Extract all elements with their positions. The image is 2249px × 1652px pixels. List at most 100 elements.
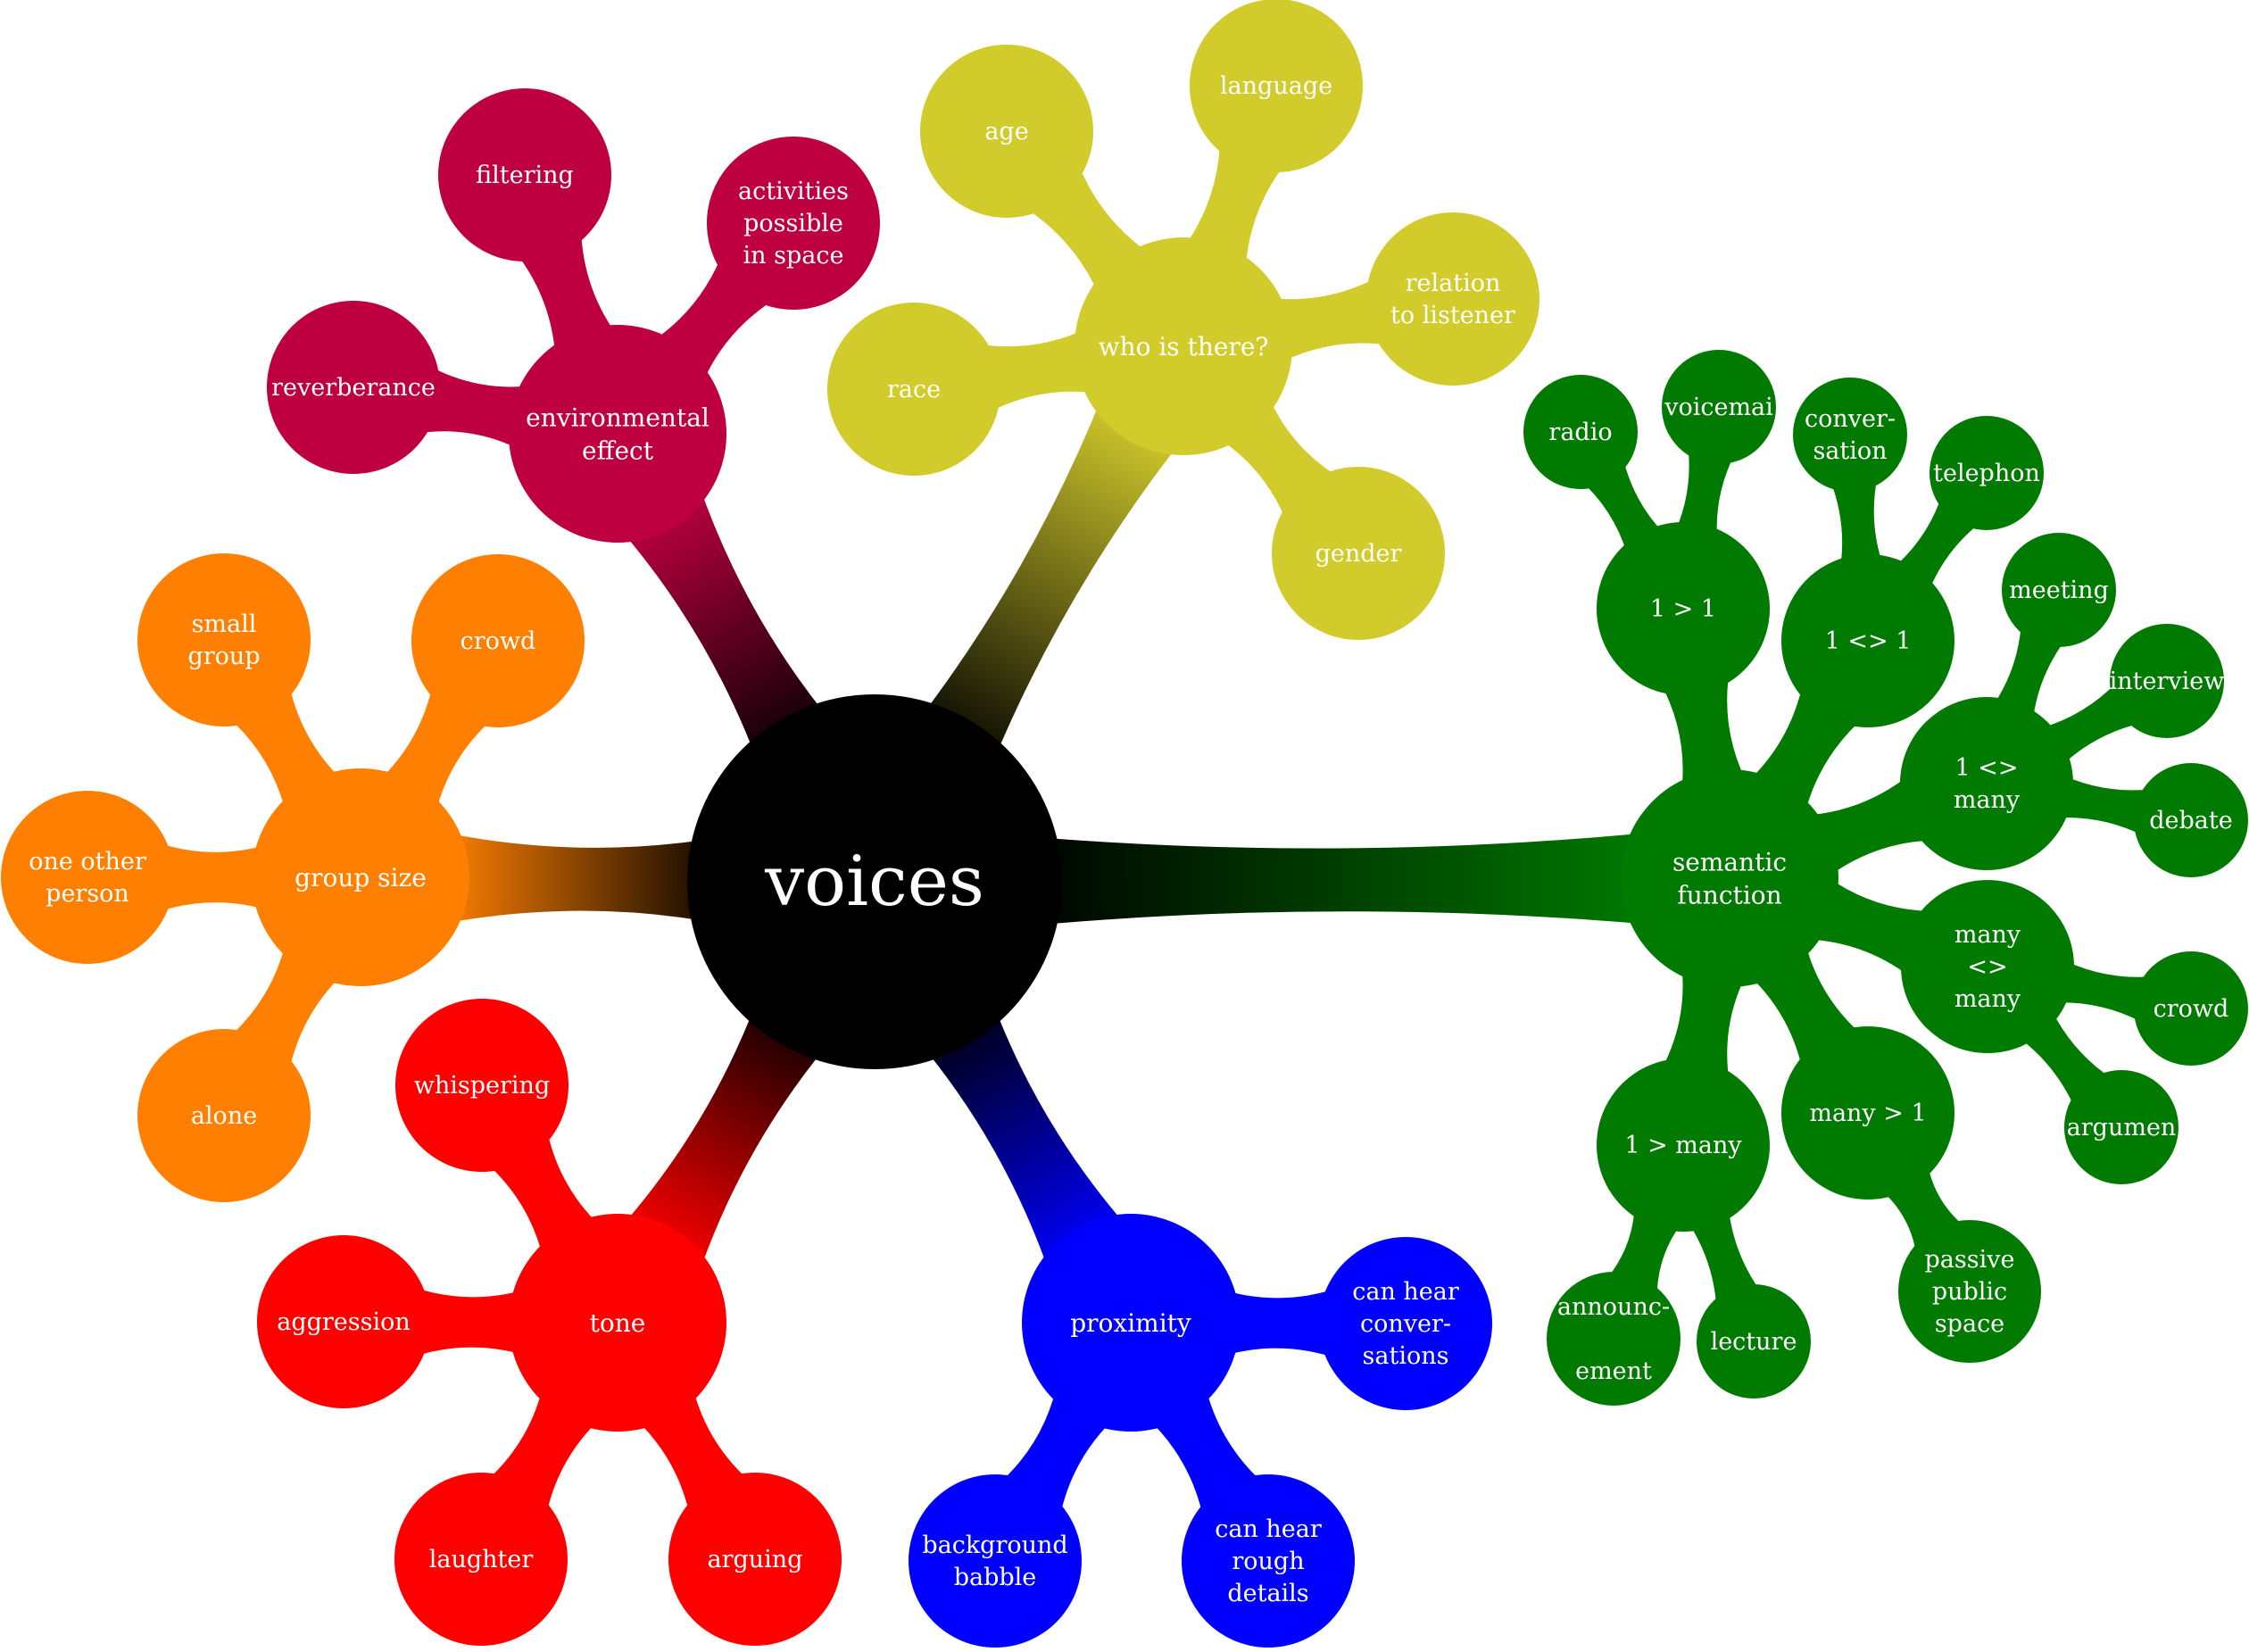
label-interview-line: interview — [2110, 668, 2225, 695]
label-argument: argumen — [2067, 1114, 2177, 1141]
link-voices-semantic-function — [1015, 833, 1648, 927]
label-many-with-many-line: many — [1954, 921, 2021, 949]
label-many-to-one-line: many > 1 — [1809, 1100, 1926, 1127]
concept-label-tone: tone — [590, 1308, 646, 1338]
label-language-line: language — [1220, 72, 1332, 100]
label-one-other-person-line: person — [46, 880, 129, 908]
label-lecture: lecture — [1711, 1328, 1797, 1356]
label-telephone-line: telephon — [1933, 460, 2040, 487]
label-aggression-line: aggression — [277, 1308, 411, 1336]
label-arguing: arguing — [708, 1546, 803, 1573]
label-background-babble-line: babble — [954, 1564, 1037, 1591]
label-activities-possible-in-space-line: possible — [743, 210, 843, 237]
label-debate: debate — [2149, 807, 2232, 834]
label-race: race — [887, 376, 941, 403]
label-one-to-many-line: 1 > many — [1624, 1132, 1742, 1159]
label-many-to-one: many > 1 — [1809, 1100, 1926, 1127]
concept-label-environmental-effect-line: effect — [582, 436, 654, 465]
node-relation-to-listener[interactable] — [1366, 212, 1539, 386]
node-small-group[interactable] — [137, 553, 311, 726]
label-one-with-one: 1 <> 1 — [1825, 627, 1912, 655]
label-activities-possible-in-space: activities possible in space — [738, 178, 849, 270]
label-announcement-line: announc- — [1557, 1293, 1670, 1321]
label-lecture-line: lecture — [1711, 1328, 1797, 1356]
label-whispering-line: whispering — [414, 1072, 550, 1100]
label-interview: interview — [2110, 668, 2225, 695]
label-laughter: laughter — [429, 1546, 534, 1573]
label-filtering-line: filtering — [476, 162, 574, 189]
label-background-babble-line: background — [922, 1532, 1067, 1559]
label-race-line: race — [887, 376, 941, 403]
label-one-with-many-line: many — [1954, 786, 2021, 814]
label-one-to-one: 1 > 1 — [1650, 595, 1716, 623]
concept-label-proximity: proximity — [1070, 1308, 1191, 1338]
label-passive-public-space-line: public — [1932, 1278, 2007, 1306]
label-many-with-many-line: <> — [1967, 953, 2007, 981]
concept-label-environmental-effect-line: environmental — [526, 403, 710, 432]
label-activities-possible-in-space-line: in space — [743, 242, 844, 270]
concept-label-tone-line: tone — [590, 1308, 646, 1338]
label-alone-line: alone — [191, 1102, 257, 1130]
label-small-group-line: group — [187, 643, 260, 670]
concept-label-group-size: group size — [295, 863, 427, 892]
label-one-with-one-line: 1 <> 1 — [1825, 627, 1912, 655]
label-arguing-line: arguing — [708, 1546, 803, 1573]
label-many-with-many-line: many — [1954, 985, 2021, 1013]
label-passive-public-space-line: space — [1935, 1310, 2004, 1338]
label-crowd-2: crowd — [2154, 995, 2229, 1023]
label-gender-line: gender — [1315, 540, 1402, 568]
label-can-hear-rough-details-line: details — [1227, 1580, 1308, 1607]
label-can-hear-rough-details-line: can hear — [1215, 1515, 1322, 1543]
concept-label-semantic-function-line: function — [1677, 880, 1781, 909]
label-can-hear-conversations: can hear conver-sations — [1352, 1278, 1459, 1370]
label-meeting: meeting — [2009, 577, 2109, 604]
concept-label-who-is-there: who is there? — [1099, 332, 1269, 361]
label-one-with-many-line: 1 <> — [1954, 754, 2018, 782]
label-one-other-person-line: one other — [29, 848, 146, 876]
node-one-other-person[interactable] — [1, 791, 174, 964]
label-reverberance-line: reverberance — [271, 374, 436, 402]
label-can-hear-conversations-line: can hear — [1352, 1278, 1459, 1306]
label-crowd-2-line: crowd — [2154, 995, 2229, 1023]
label-language: language — [1220, 72, 1332, 100]
concept-label-proximity-line: proximity — [1070, 1308, 1191, 1338]
label-age: age — [984, 118, 1028, 145]
node-announcement[interactable] — [1547, 1272, 1681, 1406]
label-whispering: whispering — [414, 1072, 550, 1100]
concept-label-semantic-function-line: semantic — [1672, 847, 1787, 876]
label-alone: alone — [191, 1102, 257, 1130]
label-passive-public-space: passive public space — [1925, 1246, 2015, 1338]
label-voicemail-line: voicemai — [1664, 394, 1773, 421]
label-age-line: age — [984, 118, 1028, 145]
label-aggression: aggression — [277, 1308, 411, 1336]
label-relation-to-listener-line: relation — [1406, 270, 1501, 297]
label-argument-line: argumen — [2067, 1114, 2177, 1141]
label-one-to-many: 1 > many — [1624, 1132, 1742, 1159]
label-relation-to-listener-line: to listener — [1390, 302, 1515, 329]
label-can-hear-rough-details-line: rough — [1232, 1548, 1304, 1575]
concept-node-environmental-effect[interactable] — [509, 325, 726, 543]
label-meeting-line: meeting — [2009, 577, 2109, 604]
label-telephone: telephon — [1933, 460, 2040, 487]
label-can-hear-conversations-line: conver- — [1360, 1310, 1451, 1338]
root-label: voices — [764, 842, 984, 922]
label-small-group-line: small — [192, 610, 257, 638]
label-can-hear-conversations-line: sations — [1363, 1342, 1449, 1370]
label-passive-public-space-line: passive — [1925, 1246, 2015, 1274]
label-gender: gender — [1315, 540, 1402, 568]
label-voicemail: voicemai — [1664, 394, 1773, 421]
label-filtering: filtering — [476, 162, 574, 189]
label-crowd-line: crowd — [461, 627, 536, 655]
label-activities-possible-in-space-line: activities — [738, 178, 849, 205]
concept-node-semantic-function[interactable] — [1621, 769, 1838, 987]
label-laughter-line: laughter — [429, 1546, 534, 1573]
label-conversation-line: conver- — [1805, 405, 1896, 433]
node-background-babble[interactable] — [909, 1474, 1082, 1648]
node-conversation[interactable] — [1793, 378, 1907, 492]
label-one-to-one-line: 1 > 1 — [1650, 595, 1716, 623]
label-debate-line: debate — [2149, 807, 2232, 834]
label-radio: radio — [1548, 419, 1612, 446]
label-conversation-line: sation — [1813, 437, 1887, 465]
mindmap-canvas: voices environmental effect filtering activi… — [1, 0, 2248, 1648]
node-one-with-many[interactable] — [1900, 697, 2073, 870]
